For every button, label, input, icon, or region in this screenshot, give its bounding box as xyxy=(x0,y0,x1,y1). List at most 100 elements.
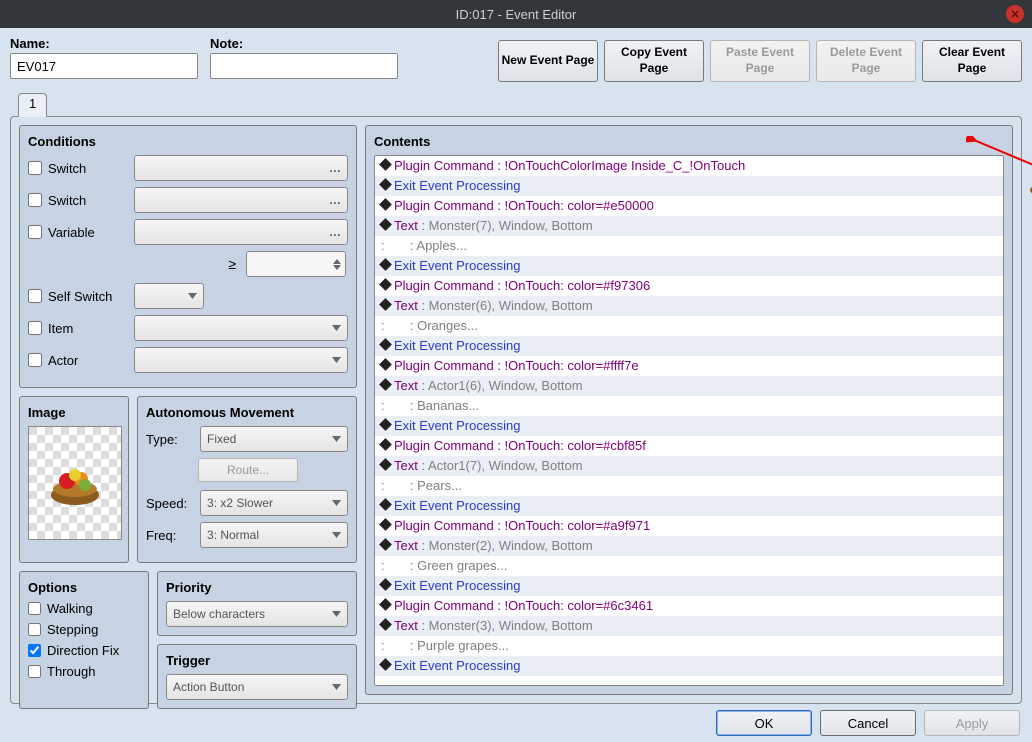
contents-line[interactable]: : : Oranges... xyxy=(375,316,1003,336)
contents-line[interactable]: : : Bananas... xyxy=(375,396,1003,416)
contents-line[interactable]: Text : Monster(2), Window, Bottom xyxy=(375,536,1003,556)
variable-checkbox[interactable] xyxy=(28,225,42,239)
tab-1[interactable]: 1 xyxy=(18,93,47,117)
priority-title: Priority xyxy=(166,580,348,595)
right-column: Contents Plugin Command : !OnTouchColorI… xyxy=(365,125,1013,695)
direction-fix-checkbox[interactable] xyxy=(28,644,41,657)
ellipsis-icon: … xyxy=(329,161,341,175)
close-icon[interactable] xyxy=(1006,5,1024,23)
contents-line[interactable]: : : Pears... xyxy=(375,476,1003,496)
ok-button[interactable]: OK xyxy=(716,710,812,736)
contents-line[interactable]: Exit Event Processing xyxy=(375,416,1003,436)
actor-checkbox[interactable] xyxy=(28,353,42,367)
chevron-down-icon xyxy=(188,289,197,303)
self-switch-checkbox[interactable] xyxy=(28,289,42,303)
variable-value-spinner[interactable] xyxy=(246,251,346,277)
type-dropdown[interactable]: Fixed xyxy=(200,426,348,452)
contents-line[interactable]: Text : Actor1(7), Window, Bottom xyxy=(375,456,1003,476)
stepping-label: Stepping xyxy=(47,622,98,637)
variable-dropdown[interactable]: … xyxy=(134,219,348,245)
contents-line[interactable]: Exit Event Processing xyxy=(375,656,1003,676)
contents-line[interactable]: Text : Monster(6), Window, Bottom xyxy=(375,296,1003,316)
trigger-title: Trigger xyxy=(166,653,348,668)
speed-label: Speed: xyxy=(146,496,194,511)
through-label: Through xyxy=(47,664,95,679)
autonomous-movement-panel: Autonomous Movement Type: Fixed Route...… xyxy=(137,396,357,563)
clear-event-page-button[interactable]: Clear Event Page xyxy=(922,40,1022,82)
switch2-dropdown[interactable]: … xyxy=(134,187,348,213)
variable-label: Variable xyxy=(48,225,128,240)
contents-line[interactable]: Plugin Command : !OnTouch: color=#e50000 xyxy=(375,196,1003,216)
contents-line[interactable]: Text : Actor1(6), Window, Bottom xyxy=(375,376,1003,396)
actor-dropdown[interactable] xyxy=(134,347,348,373)
chevron-down-icon xyxy=(332,607,341,621)
chevron-down-icon xyxy=(332,321,341,335)
contents-line[interactable]: Plugin Command : !OnTouch: color=#a9f971 xyxy=(375,516,1003,536)
cancel-button[interactable]: Cancel xyxy=(820,710,916,736)
walking-checkbox[interactable] xyxy=(28,602,41,615)
item-checkbox[interactable] xyxy=(28,321,42,335)
route-button: Route... xyxy=(198,458,298,482)
image-preview[interactable] xyxy=(28,426,122,540)
contents-line[interactable]: Text : Monster(7), Window, Bottom xyxy=(375,216,1003,236)
top-row: Name: Note: New Event Page Copy Event Pa… xyxy=(0,28,1032,82)
contents-line[interactable]: Exit Event Processing xyxy=(375,176,1003,196)
direction-fix-label: Direction Fix xyxy=(47,643,119,658)
annotation-fruit-icon xyxy=(1028,162,1032,198)
bottom-bar: OK Cancel Apply xyxy=(0,704,1032,742)
contents-line[interactable]: Exit Event Processing xyxy=(375,336,1003,356)
options-title: Options xyxy=(28,580,140,595)
priority-panel: Priority Below characters xyxy=(157,571,357,636)
contents-line[interactable]: : : Purple grapes... xyxy=(375,636,1003,656)
type-label: Type: xyxy=(146,432,194,447)
note-field-group: Note: xyxy=(210,36,398,82)
priority-dropdown[interactable]: Below characters xyxy=(166,601,348,627)
switch1-dropdown[interactable]: … xyxy=(134,155,348,181)
contents-line[interactable]: Plugin Command : !OnTouch: color=#6c3461 xyxy=(375,596,1003,616)
switch1-checkbox[interactable] xyxy=(28,161,42,175)
chevron-down-icon xyxy=(332,528,341,542)
contents-line[interactable]: Plugin Command : !OnTouchColorImage Insi… xyxy=(375,156,1003,176)
through-checkbox[interactable] xyxy=(28,665,41,678)
freq-label: Freq: xyxy=(146,528,194,543)
name-field-group: Name: xyxy=(10,36,198,82)
speed-dropdown[interactable]: 3: x2 Slower xyxy=(200,490,348,516)
contents-line[interactable]: Text : Monster(3), Window, Bottom xyxy=(375,616,1003,636)
conditions-title: Conditions xyxy=(28,134,348,149)
chevron-down-icon xyxy=(332,680,341,694)
left-column: Conditions Switch … Switch … Variable … … xyxy=(19,125,357,695)
name-label: Name: xyxy=(10,36,198,51)
chevron-down-icon xyxy=(332,432,341,446)
ellipsis-icon: … xyxy=(329,225,341,239)
delete-event-page-button: Delete Event Page xyxy=(816,40,916,82)
contents-line[interactable]: Plugin Command : !OnTouch: color=#ffff7e xyxy=(375,356,1003,376)
contents-line[interactable]: : : Green grapes... xyxy=(375,556,1003,576)
trigger-dropdown[interactable]: Action Button xyxy=(166,674,348,700)
contents-line[interactable]: : : Apples... xyxy=(375,236,1003,256)
page-buttons: New Event Page Copy Event Page Paste Eve… xyxy=(498,40,1022,82)
chevron-up-icon xyxy=(333,259,341,264)
contents-list[interactable]: Plugin Command : !OnTouchColorImage Insi… xyxy=(374,155,1004,686)
freq-dropdown[interactable]: 3: Normal xyxy=(200,522,348,548)
contents-line[interactable]: Exit Event Processing xyxy=(375,496,1003,516)
walking-label: Walking xyxy=(47,601,93,616)
note-label: Note: xyxy=(210,36,398,51)
name-input[interactable] xyxy=(10,53,198,79)
contents-line[interactable]: Exit Event Processing xyxy=(375,256,1003,276)
contents-line[interactable]: Plugin Command : !OnTouch: color=#cbf85f xyxy=(375,436,1003,456)
self-switch-dropdown[interactable] xyxy=(134,283,204,309)
stepping-checkbox[interactable] xyxy=(28,623,41,636)
item-label: Item xyxy=(48,321,128,336)
contents-line[interactable]: Exit Event Processing xyxy=(375,576,1003,596)
apply-button: Apply xyxy=(924,710,1020,736)
item-dropdown[interactable] xyxy=(134,315,348,341)
contents-line[interactable]: Plugin Command : !OnTouch: color=#f97306 xyxy=(375,276,1003,296)
titlebar: ID:017 - Event Editor xyxy=(0,0,1032,28)
actor-label: Actor xyxy=(48,353,128,368)
new-event-page-button[interactable]: New Event Page xyxy=(498,40,598,82)
paste-event-page-button: Paste Event Page xyxy=(710,40,810,82)
switch2-checkbox[interactable] xyxy=(28,193,42,207)
copy-event-page-button[interactable]: Copy Event Page xyxy=(604,40,704,82)
note-input[interactable] xyxy=(210,53,398,79)
fruit-bowl-icon xyxy=(47,459,103,507)
